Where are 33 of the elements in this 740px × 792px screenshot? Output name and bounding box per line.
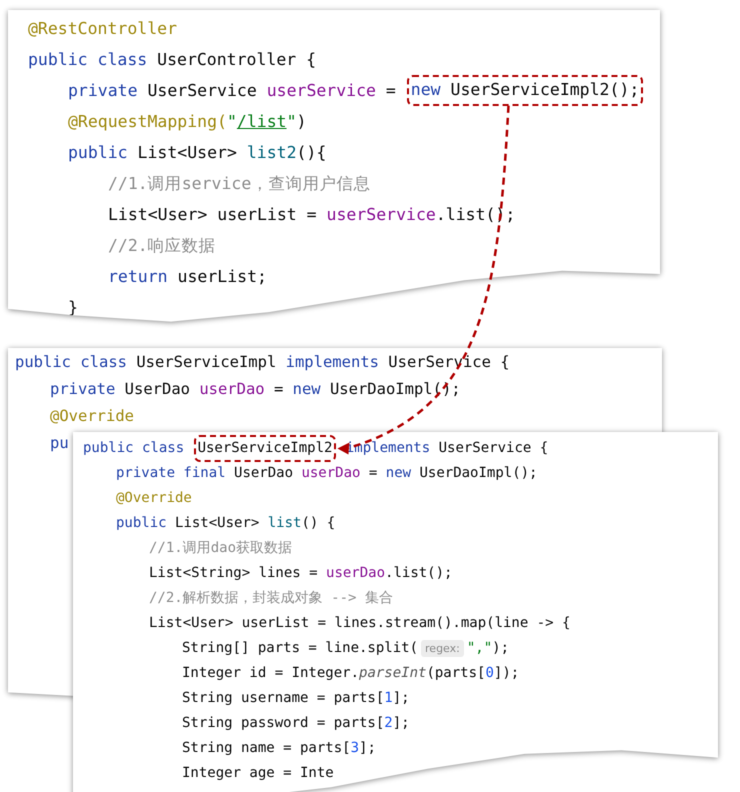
code-line: String password = parts[2]; [182,714,410,733]
code-line: @RequestMapping("/list") [68,111,306,133]
highlight-box: new UserServiceImpl2(); [406,75,644,106]
code-line: //1.调用dao获取数据 [149,539,292,558]
code-line: @RestController [28,18,178,40]
code-line: //1.调用service，查询用户信息 [108,173,370,195]
code-line: public class UserServiceImpl implements UserService { [15,352,510,373]
code-line: //2.解析数据，封装成对象 --> 集合 [149,589,393,608]
parameter-hint: regex: [421,640,464,658]
code-line: } [68,297,78,319]
code-line: Integer id = Integer.parseInt(parts[0]); [182,664,520,683]
code-line: Integer age = Inte [182,764,334,783]
code-text: public class [83,439,186,458]
code-line: pu [50,433,69,454]
code-line: public List<User> list() { [116,514,336,533]
code-line: private final UserDao userDao = new UserDaoImpl(); [116,464,538,483]
code-line: String username = parts[1]; [182,689,410,708]
highlight-box: UserServiceImpl2 [194,435,336,462]
code-line: public List<User> list2(){ [68,142,326,164]
code-line: return userList; [108,266,267,288]
code-text: implements UserService { [344,439,548,458]
code-line: @Override [116,489,192,508]
code-text: String[] parts = line.split( [182,639,418,658]
code-line: public class UserController { [28,49,316,71]
code-line: @Override [50,406,134,427]
code-text: private UserService userService = [68,80,397,102]
code-line: List<User> userList = userService.list(); [108,204,516,226]
code-line: List<String> lines = userDao.list(); [149,564,452,583]
code-line: private UserDao userDao = new UserDaoImpl(); [50,379,461,400]
code-line: //2.响应数据 [108,235,216,257]
code-line: String name = parts[3]; [182,739,376,758]
code-text: ","); [466,639,509,658]
code-line: List<User> userList = lines.stream().map(line -> { [149,614,570,633]
